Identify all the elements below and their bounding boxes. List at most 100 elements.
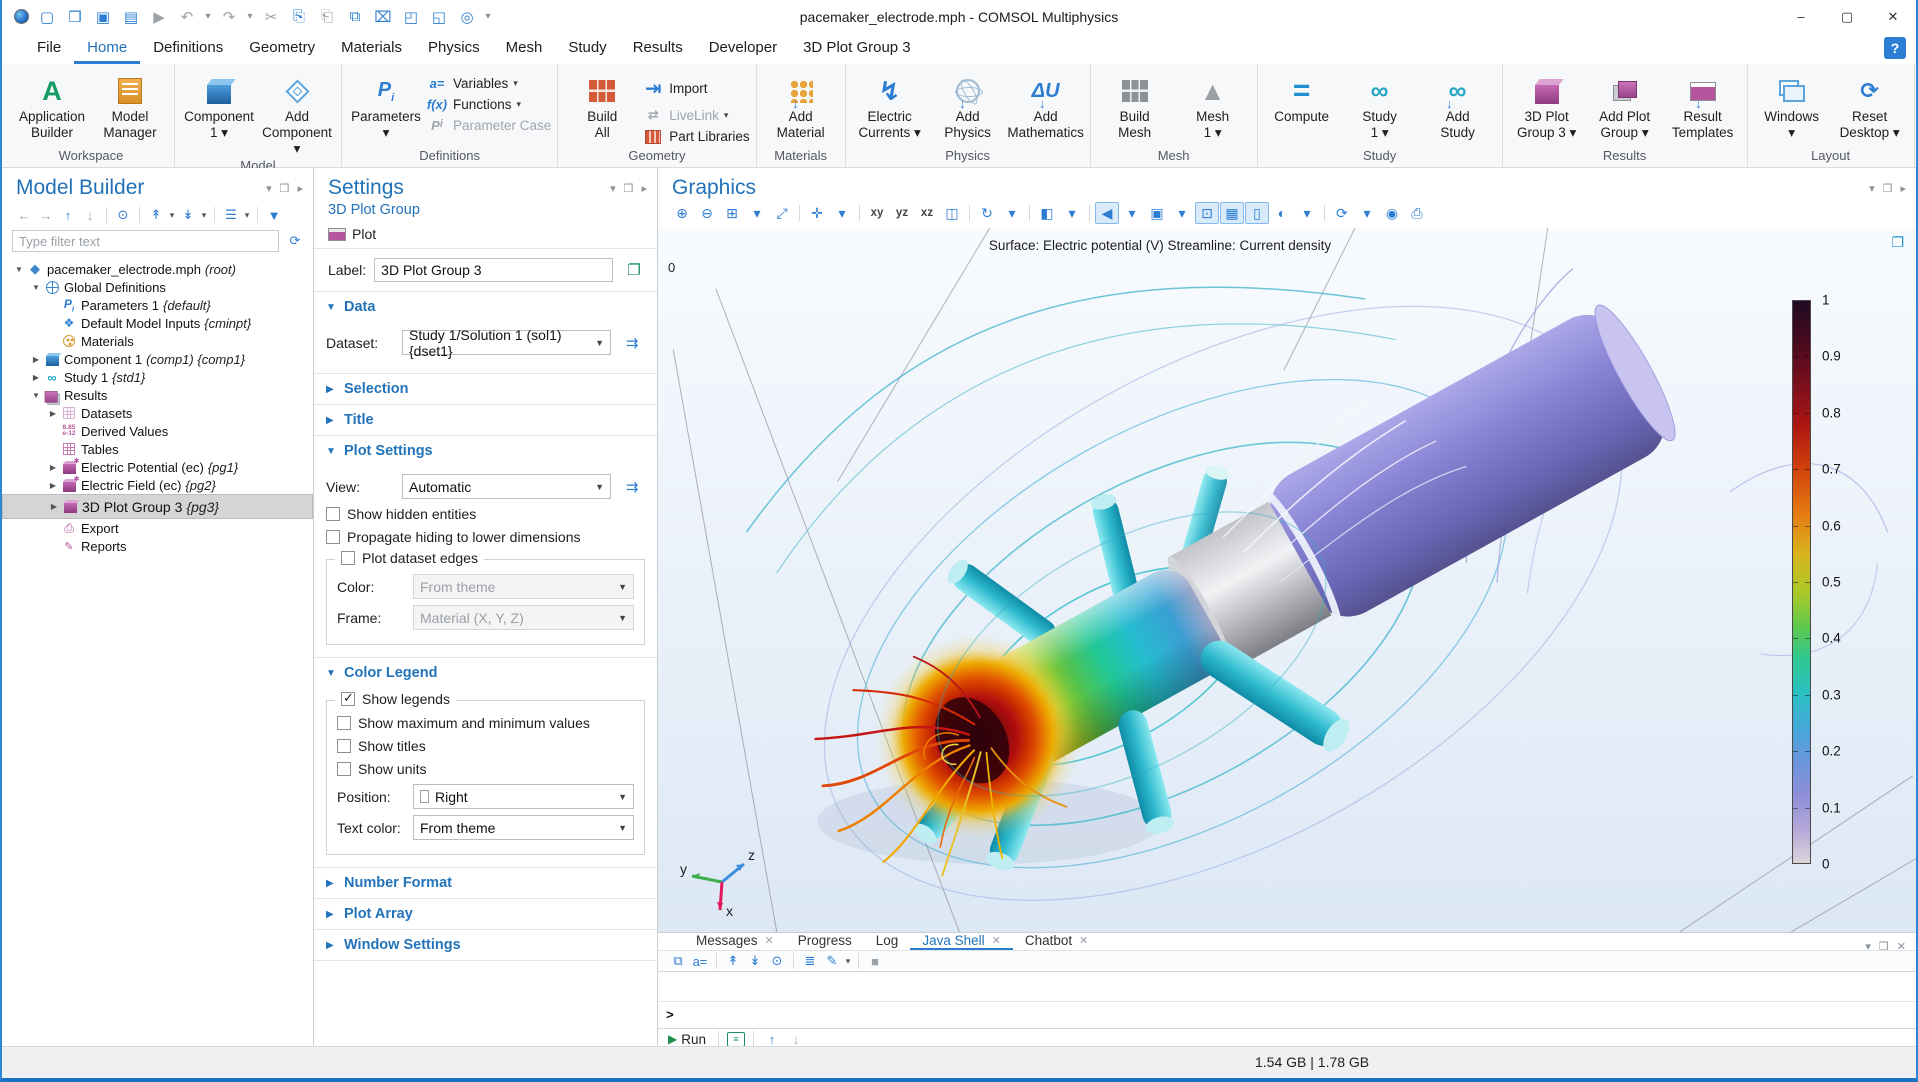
tab-log[interactable]: Log (864, 933, 911, 950)
reset-desktop-button[interactable]: ⟳ResetDesktop ▾ (1832, 70, 1908, 141)
expand-sort-icon[interactable]: ↡ (178, 205, 198, 225)
zoom-box-icon[interactable]: ⊞ (720, 202, 744, 224)
caret-icon[interactable]: ▾ (1170, 202, 1194, 224)
save-icon[interactable]: ▣ (90, 5, 116, 29)
add-physics-button[interactable]: ↓AddPhysics (930, 70, 1006, 141)
default-view-icon[interactable]: ✛ (805, 202, 829, 224)
component-button[interactable]: Component1 ▾ (181, 70, 257, 141)
tab-java-shell[interactable]: Java Shell✕ (910, 933, 1013, 950)
caret-icon[interactable]: ▾ (202, 5, 214, 29)
axes-indicator-icon[interactable]: ⊡ (1195, 202, 1219, 224)
tab-messages[interactable]: Messages✕ (684, 933, 786, 950)
section-selection[interactable]: ▶ Selection (314, 374, 657, 404)
caret-icon[interactable]: ▾ (243, 205, 251, 225)
plot-group-3d-button[interactable]: 3D PlotGroup 3 ▾ (1509, 70, 1585, 141)
show-maxmin-checkbox[interactable] (337, 716, 351, 730)
import-button[interactable]: ⇥Import (642, 76, 749, 101)
help-button[interactable]: ? (1884, 37, 1906, 59)
menu-physics[interactable]: Physics (415, 33, 493, 64)
section-data[interactable]: ▼ Data (314, 292, 657, 322)
chevron-right-icon[interactable]: ▶ (29, 373, 43, 382)
section-plot-array[interactable]: ▶ Plot Array (314, 899, 657, 929)
undo-icon[interactable]: ↶ (174, 5, 200, 29)
plot-clipboard-icon[interactable]: ❐ (1891, 234, 1904, 251)
expand-sort-icon[interactable]: ↡ (745, 951, 765, 971)
comsol-logo-icon[interactable] (10, 5, 32, 29)
view-select[interactable]: Automatic▼ (402, 474, 611, 499)
menu-developer[interactable]: Developer (696, 33, 790, 64)
tree-item-parameters-1[interactable]: PiParameters 1{default} (2, 296, 313, 314)
build-mesh-button[interactable]: BuildMesh (1097, 70, 1173, 141)
selection-mode-icon[interactable]: ◀ (1095, 202, 1119, 224)
caret-icon[interactable]: ▾ (1355, 202, 1379, 224)
collapse-sort-icon[interactable]: ↟ (146, 205, 166, 225)
tab-chatbot[interactable]: Chatbot✕ (1013, 933, 1101, 950)
chevron-down-icon[interactable]: ▼ (29, 391, 43, 400)
cut-icon[interactable]: ✂ (258, 5, 284, 29)
float-icon[interactable]: ❐ (280, 182, 290, 195)
float-icon[interactable]: ❐ (1879, 940, 1889, 953)
collapse-panel-icon[interactable]: ▸ (1900, 182, 1906, 195)
show-hidden-checkbox[interactable] (326, 507, 340, 521)
tree-item-electric-potential-ec[interactable]: ▶Electric Potential (ec){pg1} (2, 458, 313, 476)
overflow-icon[interactable]: ▾ (482, 5, 494, 29)
close-tab-icon[interactable]: ✕ (765, 934, 774, 947)
add-mathematics-button[interactable]: ΔU↓AddMathematics (1008, 70, 1084, 141)
move-down-icon[interactable]: ↓ (80, 205, 100, 225)
tree-item-results[interactable]: ▼Results (2, 386, 313, 404)
zoom-in-icon[interactable]: ⊕ (670, 202, 694, 224)
windows-button[interactable]: Windows▾ (1754, 70, 1830, 141)
print-icon[interactable]: ⎙ (1405, 202, 1429, 224)
menu-results[interactable]: Results (620, 33, 696, 64)
filter-icon[interactable]: ▼ (264, 205, 284, 225)
tree-item-reports[interactable]: ✎Reports (2, 537, 313, 555)
chevron-down-icon[interactable]: ▼ (12, 265, 26, 274)
tree-item-study-1[interactable]: ▶∞Study 1{std1} (2, 368, 313, 386)
open-file-icon[interactable]: ❒ (62, 5, 88, 29)
grid-icon[interactable]: ▦ (1220, 202, 1244, 224)
electric-currents-button[interactable]: ↯ElectricCurrents ▾ (852, 70, 928, 141)
position-select[interactable]: Right▼ (413, 784, 634, 809)
chevron-right-icon[interactable]: ▶ (46, 409, 60, 418)
caret-icon[interactable]: ▾ (830, 202, 854, 224)
tree-item-global-definitions[interactable]: ▼Global Definitions (2, 278, 313, 296)
refresh-tree-icon[interactable]: ⟳ (285, 231, 305, 251)
tree-item-materials[interactable]: Materials (2, 332, 313, 350)
tree-item-derived-values[interactable]: 8.85e-12Derived Values (2, 422, 313, 440)
run-play-icon[interactable]: ▶ (668, 1032, 677, 1046)
copy-icon[interactable]: ⎘ (286, 5, 312, 29)
chevron-down-icon[interactable]: ▼ (29, 283, 43, 292)
chevron-right-icon[interactable]: ▶ (46, 463, 60, 472)
parameters-button[interactable]: PiParameters▾ (348, 70, 424, 141)
model-manager-button[interactable]: ModelManager (92, 70, 168, 141)
add-study-button[interactable]: ∞↓AddStudy (1420, 70, 1496, 141)
find-report-icon[interactable]: ◎ (454, 5, 480, 29)
section-title[interactable]: ▶ Title (314, 405, 657, 435)
close-icon[interactable]: ✕ (1897, 940, 1906, 953)
tree-item-pacemaker-electrode-mph[interactable]: ▼◆pacemaker_electrode.mph(root) (2, 260, 313, 278)
part-libraries-button[interactable]: Part Libraries (642, 129, 749, 144)
menu-file[interactable]: File (24, 33, 74, 64)
rename-icon[interactable]: ❐ (621, 258, 647, 282)
movie-icon[interactable]: ◫ (940, 202, 964, 224)
minimize-button[interactable]: – (1778, 0, 1824, 33)
select-lines-icon[interactable]: ≣ (800, 951, 820, 971)
study-button[interactable]: ∞Study1 ▾ (1342, 70, 1418, 141)
collapse-panel-icon[interactable]: ▸ (297, 182, 303, 195)
copy-line-icon[interactable]: ⧉ (668, 951, 688, 971)
caret-icon[interactable]: ▾ (745, 202, 769, 224)
caret-icon[interactable]: ▾ (1295, 202, 1319, 224)
move-up-icon[interactable]: ↑ (58, 205, 78, 225)
caret-icon[interactable]: ▾ (1060, 202, 1084, 224)
play-icon[interactable]: ▶ (146, 5, 172, 29)
legend-bar-icon[interactable]: ▯ (1245, 202, 1269, 224)
caret-icon[interactable]: ▾ (844, 951, 852, 971)
scene-config-icon[interactable]: ◧ (1035, 202, 1059, 224)
chevron-right-icon[interactable]: ▶ (29, 355, 43, 364)
show-icon[interactable]: ⊙ (767, 951, 787, 971)
refresh-plot-icon[interactable]: ⟳ (1330, 202, 1354, 224)
add-plot-group-button[interactable]: Add PlotGroup ▾ (1587, 70, 1663, 141)
menu-geometry[interactable]: Geometry (236, 33, 328, 64)
transparency-icon[interactable]: ▣ (1145, 202, 1169, 224)
plot-dataset-edges-checkbox[interactable] (341, 551, 355, 565)
